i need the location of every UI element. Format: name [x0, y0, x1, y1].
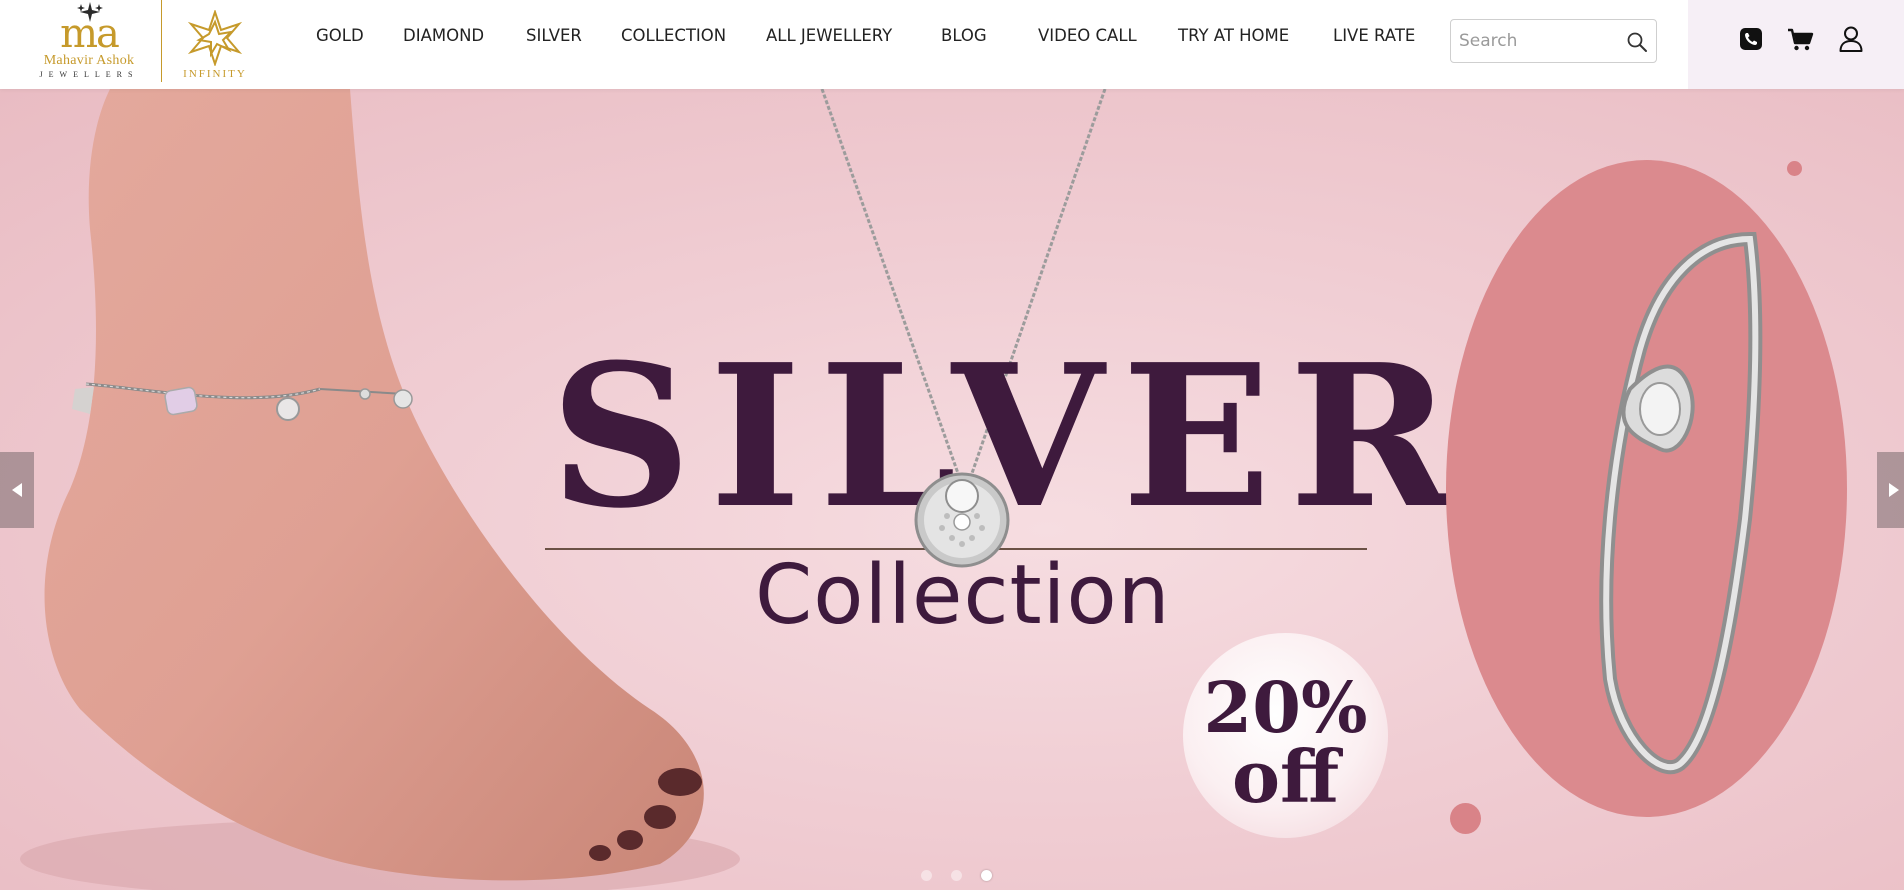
chevron-right-icon	[1889, 483, 1899, 497]
search-icon[interactable]	[1626, 31, 1648, 53]
nav-blog[interactable]: BLOG	[941, 26, 987, 48]
carousel-next-button[interactable]	[1877, 452, 1904, 528]
nav-try-at-home[interactable]: TRY AT HOME	[1178, 26, 1289, 48]
hero-banner[interactable]: SILVER Collection 20% off	[0, 89, 1904, 890]
star-emblem-icon	[187, 10, 243, 66]
logo-divider	[161, 0, 162, 82]
carousel-dot-1[interactable]	[921, 870, 932, 881]
phone-icon[interactable]	[1736, 24, 1766, 54]
mahavir-ashok-logo: ma Mahavir Ashok JEWELLERS	[24, 0, 154, 89]
brand-tagline: JEWELLERS	[39, 70, 139, 79]
discount-label: off	[1231, 734, 1340, 819]
nav-diamond[interactable]: DIAMOND	[403, 26, 484, 48]
chevron-left-icon	[12, 483, 22, 497]
header-icon-panel	[1688, 0, 1904, 89]
user-icon[interactable]	[1836, 24, 1866, 54]
infinity-logo: INFINITY	[174, 0, 256, 89]
carousel-pagination	[917, 870, 997, 882]
sub-brand-name: INFINITY	[183, 68, 247, 80]
nav-silver[interactable]: SILVER	[526, 26, 582, 48]
nav-video-call[interactable]: VIDEO CALL	[1038, 26, 1137, 48]
discount-percent: 20%	[1203, 666, 1368, 749]
carousel-dot-2[interactable]	[951, 870, 962, 881]
search-box	[1450, 19, 1657, 63]
discount-badge: 20% off	[1183, 633, 1388, 838]
search-input[interactable]	[1459, 28, 1619, 54]
nav-all-jewellery[interactable]: ALL JEWELLERY	[766, 26, 892, 48]
silver-bracelet-image	[1599, 231, 1763, 775]
cart-icon[interactable]	[1785, 24, 1815, 54]
brand-logo[interactable]: ma Mahavir Ashok JEWELLERS INFINITY	[24, 0, 256, 89]
decorative-dot	[1787, 161, 1802, 176]
brand-name: Mahavir Ashok	[43, 53, 135, 68]
carousel-dot-3[interactable]	[981, 870, 992, 881]
site-header: ma Mahavir Ashok JEWELLERS INFINITY GOLD…	[0, 0, 1904, 89]
brand-monogram: ma	[60, 11, 120, 57]
nav-live-rate[interactable]: LIVE RATE	[1333, 26, 1415, 48]
nav-gold[interactable]: GOLD	[316, 26, 364, 48]
carousel-prev-button[interactable]	[0, 452, 34, 528]
decorative-dot	[1450, 803, 1481, 834]
hero-subheadline: Collection	[755, 548, 1171, 643]
nav-collection[interactable]: COLLECTION	[621, 26, 726, 48]
